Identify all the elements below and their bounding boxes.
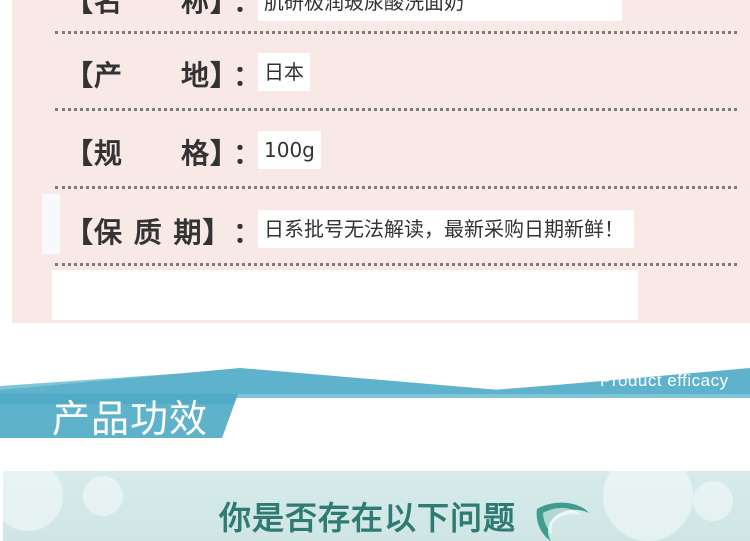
row-divider	[55, 108, 737, 111]
info-row-shelf-life: 【保 质 期】 ： 日系批号无法解读，最新采购日期新鲜！	[55, 193, 745, 269]
info-value: 日本	[258, 53, 310, 91]
row-divider	[55, 263, 737, 266]
section-subtitle: Product efficacy	[600, 371, 729, 390]
product-detail-page: 【名 称】 ： 肌研极润玻尿酸洗面奶 【产 地】 ： 日本 【规 格】 ： 10…	[0, 0, 750, 541]
info-value: 100g	[258, 131, 321, 169]
info-colon: ：	[233, 137, 262, 170]
info-value: 日系批号无法解读，最新采购日期新鲜！	[258, 210, 634, 248]
decorative-bubble	[693, 481, 733, 521]
section-header: 产品功效 Product efficacy	[0, 360, 750, 442]
decorative-bubble	[603, 471, 693, 541]
info-row-origin: 【产 地】 ： 日本	[55, 36, 745, 112]
problems-banner: 你是否存在以下问题	[3, 471, 750, 541]
info-row-spec: 【规 格】 ： 100g	[55, 114, 745, 190]
panel-blank-area	[52, 270, 638, 320]
swoosh-icon	[536, 502, 589, 541]
info-colon: ：	[233, 216, 262, 249]
info-label: 【产 地】	[65, 59, 240, 92]
row-divider	[55, 186, 737, 189]
decorative-bubble	[83, 476, 123, 516]
info-label: 【保 质 期】	[65, 216, 232, 249]
section-title: 产品功效	[52, 396, 209, 441]
info-colon: ：	[233, 59, 262, 92]
row-divider	[55, 31, 737, 34]
decorative-bubble	[3, 471, 63, 531]
banner-title: 你是否存在以下问题	[219, 499, 517, 537]
info-value: 肌研极润玻尿酸洗面奶	[258, 0, 622, 21]
info-label: 【规 格】	[65, 137, 240, 170]
